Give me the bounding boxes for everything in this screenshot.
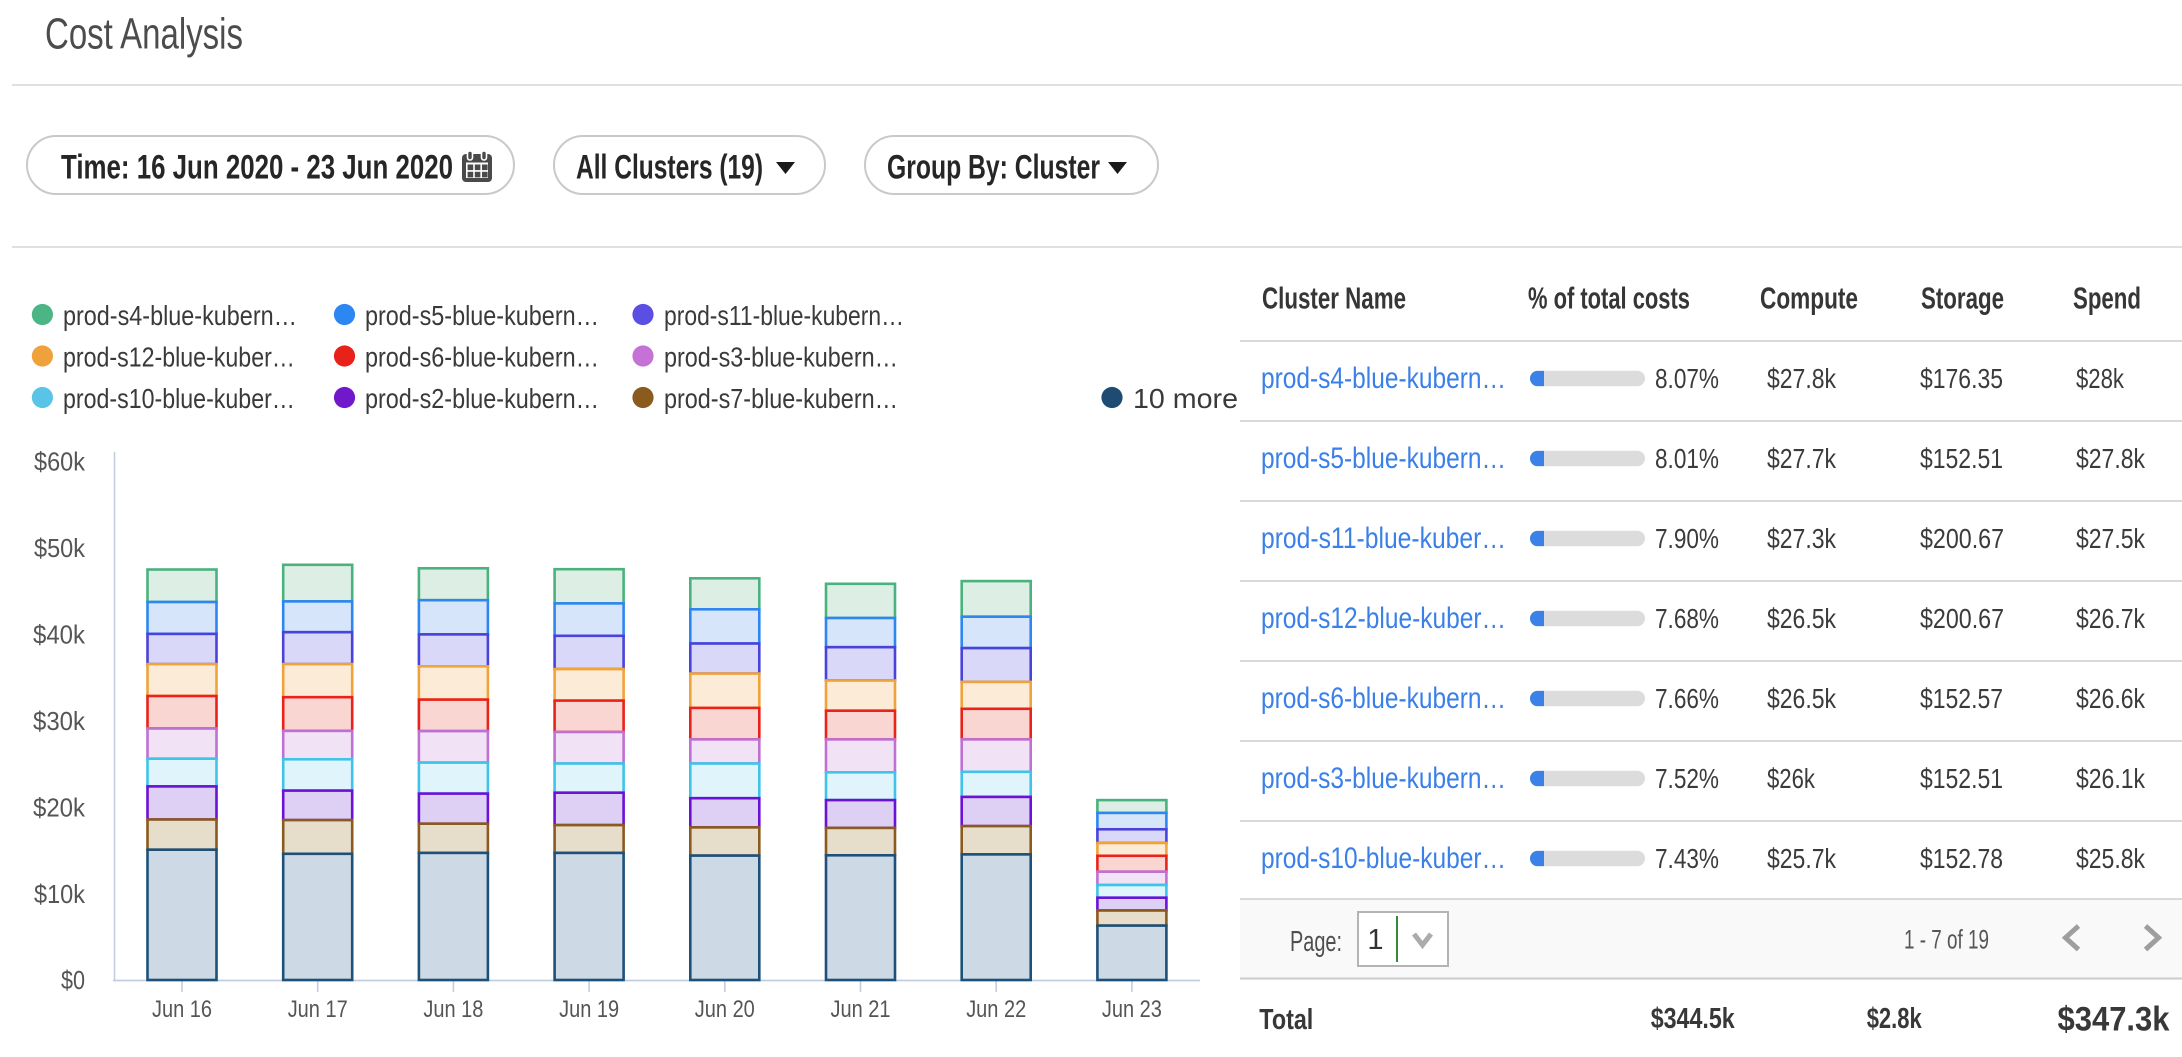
svg-text:Jun 18: Jun 18 [423, 996, 483, 1023]
svg-text:Spend: Spend [2073, 281, 2141, 316]
svg-text:prod-s10-blue-kuber…: prod-s10-blue-kuber… [63, 383, 295, 414]
svg-text:7.52%: 7.52% [1655, 763, 1719, 794]
svg-text:$152.78: $152.78 [1920, 843, 2003, 874]
svg-text:$60k: $60k [34, 447, 86, 477]
svg-text:$28k: $28k [2076, 363, 2125, 394]
svg-text:$26.7k: $26.7k [2076, 603, 2146, 634]
svg-text:$25.8k: $25.8k [2076, 843, 2146, 874]
svg-text:Time: 16 Jun 2020 - 23 Jun 202: Time: 16 Jun 2020 - 23 Jun 2020 [61, 149, 453, 187]
svg-text:8.01%: 8.01% [1655, 443, 1719, 474]
svg-text:Jun 22: Jun 22 [966, 996, 1026, 1023]
svg-text:Jun 19: Jun 19 [559, 996, 619, 1023]
svg-text:$50k: $50k [34, 533, 86, 563]
svg-text:$27.3k: $27.3k [1767, 523, 1837, 554]
svg-text:$27.8k: $27.8k [1767, 363, 1837, 394]
svg-text:Jun 16: Jun 16 [152, 996, 212, 1023]
svg-text:prod-s5-blue-kubern…: prod-s5-blue-kubern… [1261, 442, 1506, 475]
svg-text:7.68%: 7.68% [1655, 603, 1719, 634]
svg-text:prod-s12-blue-kuber…: prod-s12-blue-kuber… [63, 342, 295, 373]
svg-text:10 more: 10 more [1133, 383, 1238, 414]
svg-text:prod-s2-blue-kubern…: prod-s2-blue-kubern… [365, 383, 599, 414]
svg-text:Storage: Storage [1921, 281, 2004, 316]
svg-text:prod-s6-blue-kubern…: prod-s6-blue-kubern… [365, 342, 599, 373]
svg-text:Jun 17: Jun 17 [288, 996, 348, 1023]
svg-text:prod-s3-blue-kubern…: prod-s3-blue-kubern… [1261, 762, 1506, 795]
svg-text:1: 1 [1367, 924, 1383, 956]
svg-text:7.66%: 7.66% [1655, 683, 1719, 714]
svg-text:$152.51: $152.51 [1920, 763, 2003, 794]
svg-text:7.90%: 7.90% [1655, 523, 1719, 554]
svg-text:$26.6k: $26.6k [2076, 683, 2146, 714]
svg-text:$176.35: $176.35 [1920, 363, 2003, 394]
svg-text:prod-s3-blue-kubern…: prod-s3-blue-kubern… [664, 342, 898, 373]
svg-text:$30k: $30k [33, 706, 86, 736]
svg-text:$344.5k: $344.5k [1651, 1003, 1736, 1035]
svg-text:$152.51: $152.51 [1920, 443, 2003, 474]
svg-text:prod-s11-blue-kubern…: prod-s11-blue-kubern… [664, 300, 904, 331]
svg-text:$40k: $40k [33, 620, 86, 650]
svg-text:$27.8k: $27.8k [2076, 443, 2146, 474]
svg-text:Total: Total [1259, 1004, 1313, 1036]
svg-text:prod-s10-blue-kuber…: prod-s10-blue-kuber… [1261, 842, 1506, 875]
svg-text:Jun 21: Jun 21 [831, 996, 891, 1023]
svg-text:$200.67: $200.67 [1920, 603, 2004, 634]
svg-text:$152.57: $152.57 [1920, 683, 2003, 714]
svg-text:prod-s7-blue-kubern…: prod-s7-blue-kubern… [664, 383, 898, 414]
svg-text:Page:: Page: [1290, 926, 1342, 958]
svg-text:$25.7k: $25.7k [1767, 843, 1837, 874]
svg-text:$26.5k: $26.5k [1767, 603, 1837, 634]
svg-text:prod-s5-blue-kubern…: prod-s5-blue-kubern… [365, 300, 599, 331]
svg-text:prod-s11-blue-kuber…: prod-s11-blue-kuber… [1261, 522, 1506, 555]
svg-text:Cost Analysis: Cost Analysis [45, 10, 243, 59]
svg-text:prod-s4-blue-kubern…: prod-s4-blue-kubern… [1261, 362, 1506, 395]
svg-text:$10k: $10k [34, 879, 86, 909]
svg-text:$347.3k: $347.3k [2058, 1001, 2170, 1039]
svg-text:$27.5k: $27.5k [2076, 523, 2146, 554]
svg-text:Group By: Cluster: Group By: Cluster [887, 149, 1100, 187]
svg-text:$2.8k: $2.8k [1867, 1003, 1923, 1035]
svg-text:8.07%: 8.07% [1655, 363, 1719, 394]
svg-text:$0: $0 [61, 965, 85, 995]
svg-text:Compute: Compute [1760, 281, 1858, 316]
svg-text:$27.7k: $27.7k [1767, 443, 1837, 474]
svg-text:1 - 7 of 19: 1 - 7 of 19 [1904, 925, 1989, 955]
svg-text:Cluster Name: Cluster Name [1262, 281, 1406, 316]
svg-text:prod-s6-blue-kubern…: prod-s6-blue-kubern… [1261, 682, 1506, 715]
svg-text:% of total costs: % of total costs [1528, 281, 1690, 316]
svg-text:7.43%: 7.43% [1655, 843, 1719, 874]
svg-text:$200.67: $200.67 [1920, 523, 2004, 554]
svg-text:$20k: $20k [33, 793, 86, 823]
svg-text:prod-s4-blue-kubern…: prod-s4-blue-kubern… [63, 300, 297, 331]
svg-text:All Clusters (19): All Clusters (19) [576, 149, 763, 187]
svg-text:$26k: $26k [1767, 763, 1816, 794]
svg-text:$26.1k: $26.1k [2076, 763, 2146, 794]
svg-text:prod-s12-blue-kuber…: prod-s12-blue-kuber… [1261, 602, 1506, 635]
svg-text:$26.5k: $26.5k [1767, 683, 1837, 714]
svg-text:Jun 23: Jun 23 [1102, 996, 1162, 1023]
svg-text:Jun 20: Jun 20 [695, 996, 755, 1023]
